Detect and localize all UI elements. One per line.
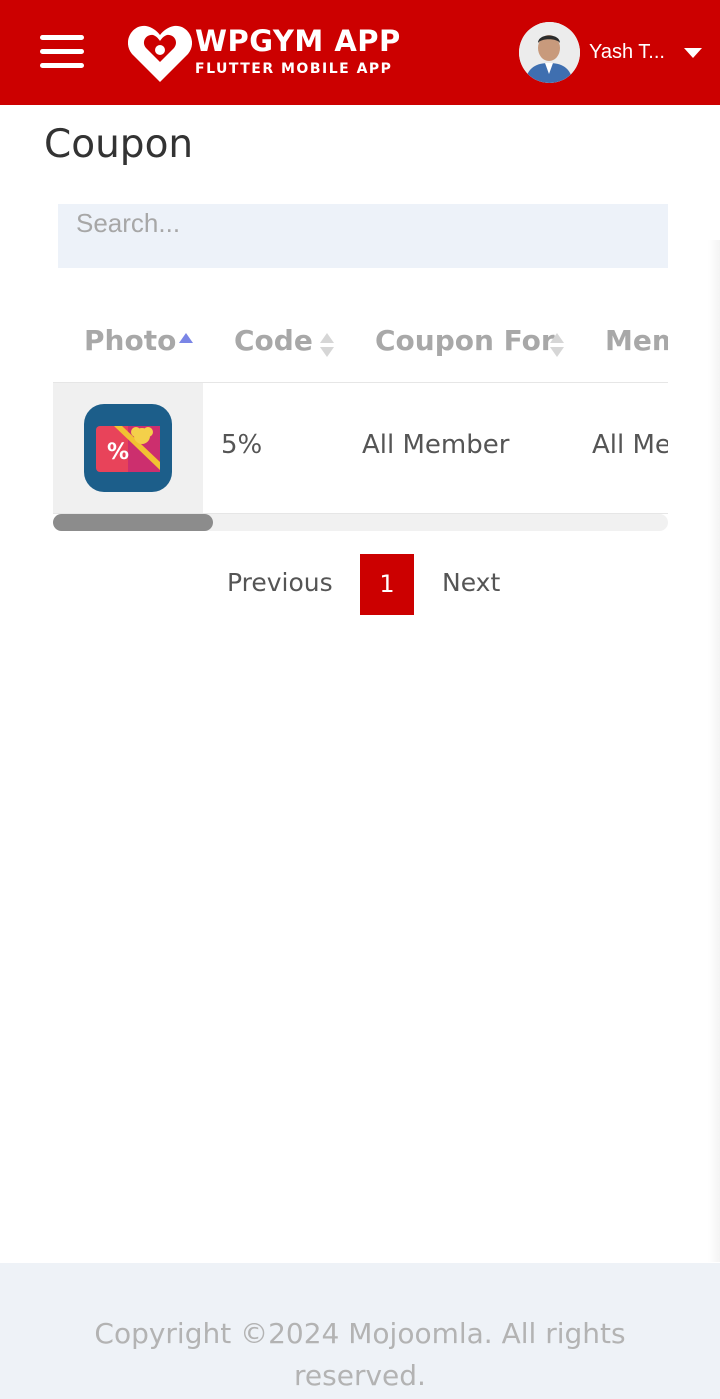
user-avatar-icon bbox=[519, 22, 580, 83]
footer: Copyright ©2024 Mojoomla. All rights res… bbox=[0, 1263, 720, 1399]
table-cell-code: 5% bbox=[221, 430, 263, 460]
app-subtitle: FLUTTER MOBILE APP bbox=[195, 61, 393, 77]
sort-ascending-icon[interactable] bbox=[179, 333, 193, 343]
chevron-down-icon[interactable] bbox=[684, 48, 702, 58]
scrollbar-thumb[interactable] bbox=[53, 514, 213, 531]
logo-icon bbox=[128, 25, 192, 82]
table-cell-membership: All Me bbox=[592, 430, 668, 460]
column-header-coupon-for[interactable]: Coupon For bbox=[375, 324, 555, 357]
next-page-button[interactable]: Next bbox=[442, 568, 500, 597]
current-page-button[interactable]: 1 bbox=[360, 554, 414, 615]
sort-icon[interactable] bbox=[550, 333, 564, 359]
coupon-icon: % bbox=[84, 404, 172, 492]
table-cell-photo: % bbox=[53, 383, 203, 513]
coupon-table: Photo Code Coupon For Mem % 5% All Membe… bbox=[53, 300, 668, 532]
app-title: WPGYM APP bbox=[195, 24, 401, 58]
column-header-membership[interactable]: Mem bbox=[605, 324, 668, 357]
sort-icon[interactable] bbox=[320, 333, 334, 359]
menu-icon[interactable] bbox=[40, 35, 84, 69]
user-name[interactable]: Yash T... bbox=[589, 41, 669, 64]
svg-text:%: % bbox=[107, 440, 129, 465]
table-cell-coupon-for: All Member bbox=[362, 430, 510, 460]
column-header-photo[interactable]: Photo bbox=[84, 324, 176, 357]
column-header-code[interactable]: Code bbox=[234, 324, 313, 357]
search-input[interactable] bbox=[58, 204, 668, 268]
avatar[interactable] bbox=[519, 22, 580, 83]
app-header: WPGYM APP FLUTTER MOBILE APP Yash T... bbox=[0, 0, 720, 105]
page-title: Coupon bbox=[44, 122, 194, 167]
copyright-text: Copyright ©2024 Mojoomla. All rights res… bbox=[94, 1317, 626, 1392]
previous-page-button[interactable]: Previous bbox=[227, 568, 333, 597]
scroll-edge bbox=[708, 240, 720, 1262]
